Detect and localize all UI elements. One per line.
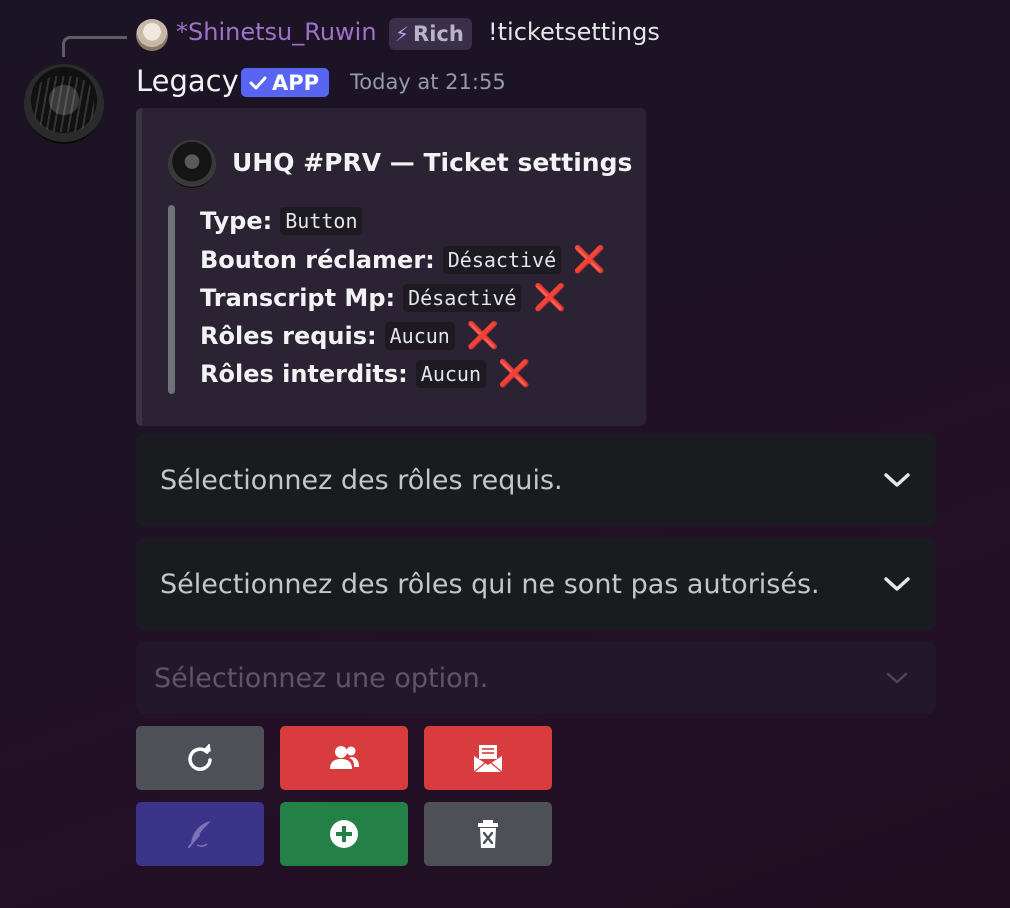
cross-mark-icon: ❌ <box>573 245 606 275</box>
field-label: Rôles requis: <box>200 322 377 350</box>
app-badge-label: APP <box>272 70 320 95</box>
embed-author-icon <box>168 140 216 188</box>
field-value: Aucun <box>384 322 455 350</box>
field-transcript: Transcript Mp: Désactivé ❌ <box>200 283 566 313</box>
field-label: Rôles interdits: <box>200 360 408 388</box>
reply-content[interactable]: !ticketsettings <box>488 18 660 46</box>
field-label: Type: <box>200 207 273 235</box>
reply-avatar[interactable] <box>136 19 168 51</box>
trash-icon <box>478 820 498 848</box>
refresh-button[interactable] <box>136 726 264 790</box>
reply-author-name[interactable]: *Shinetsu_Ruwin <box>176 18 377 46</box>
timestamp: Today at 21:55 <box>350 70 506 94</box>
avatar[interactable] <box>24 64 104 144</box>
chevron-down-icon <box>886 672 908 684</box>
plus-circle-icon <box>330 820 358 848</box>
field-label: Transcript Mp: <box>200 284 396 312</box>
refresh-icon <box>188 743 212 771</box>
feather-icon <box>188 821 211 848</box>
field-type: Type: Button <box>200 207 363 235</box>
cross-mark-icon: ❌ <box>466 321 500 351</box>
lightning-icon: ⚡ <box>395 22 410 46</box>
reply-connector <box>62 36 127 57</box>
app-badge: APP <box>241 68 330 97</box>
field-label: Bouton réclamer: <box>200 246 435 274</box>
select-placeholder: Sélectionnez une option. <box>154 662 489 694</box>
users-icon <box>330 746 359 769</box>
select-option-disabled[interactable]: Sélectionnez une option. <box>136 642 936 714</box>
field-value: Désactivé <box>403 284 522 312</box>
field-forbidden-roles: Rôles interdits: Aucun ❌ <box>200 359 530 389</box>
check-icon <box>249 76 267 89</box>
field-required-roles: Rôles requis: Aucun ❌ <box>200 321 499 351</box>
delete-button[interactable] <box>424 802 552 866</box>
field-value: Button <box>280 207 363 235</box>
cross-mark-icon: ❌ <box>533 283 566 313</box>
select-placeholder: Sélectionnez des rôles qui ne sont pas a… <box>160 568 820 600</box>
select-forbidden-roles[interactable]: Sélectionnez des rôles qui ne sont pas a… <box>136 538 936 630</box>
cross-mark-icon: ❌ <box>498 359 531 389</box>
select-required-roles[interactable]: Sélectionnez des rôles requis. <box>136 434 936 526</box>
embed-title: UHQ #PRV — Ticket settings <box>232 148 633 177</box>
rich-badge: ⚡ Rich <box>389 18 472 50</box>
edit-button[interactable] <box>136 802 264 866</box>
envelope-icon <box>473 745 503 773</box>
transcript-button[interactable] <box>424 726 552 790</box>
field-value: Aucun <box>415 360 486 388</box>
field-claim-button: Bouton réclamer: Désactivé ❌ <box>200 245 606 275</box>
rich-badge-label: Rich <box>413 22 464 46</box>
field-value: Désactivé <box>442 246 562 274</box>
blockquote-bar <box>168 205 175 394</box>
author-name[interactable]: Legacy <box>136 64 239 98</box>
roles-button[interactable] <box>280 726 408 790</box>
chevron-down-icon <box>884 473 910 487</box>
add-button[interactable] <box>280 802 408 866</box>
chevron-down-icon <box>884 577 910 591</box>
select-placeholder: Sélectionnez des rôles requis. <box>160 464 563 496</box>
